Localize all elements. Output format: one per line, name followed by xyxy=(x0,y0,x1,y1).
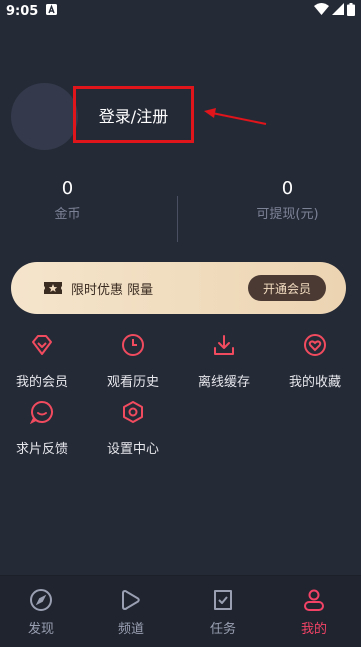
wifi-icon xyxy=(314,3,329,19)
nav-label: 频道 xyxy=(117,622,144,637)
tab-mine[interactable]: 我的 xyxy=(279,588,349,637)
settings-icon xyxy=(121,400,145,428)
coins-stat[interactable]: 0 金币 xyxy=(0,178,135,222)
tab-discover[interactable]: 发现 xyxy=(6,588,76,637)
menu-label: 离线缓存 xyxy=(197,375,250,390)
menu-item-history[interactable]: 观看历史 xyxy=(93,333,173,390)
clock-icon xyxy=(121,333,145,361)
play-icon xyxy=(119,588,143,616)
download-icon xyxy=(212,333,236,361)
a-letter-icon xyxy=(46,3,58,19)
open-vip-button[interactable]: 开通会员 xyxy=(248,275,326,301)
bottom-nav: 发现 频道 任务 我的 xyxy=(0,575,361,647)
menu-item-offline[interactable]: 离线缓存 xyxy=(184,333,264,390)
vip-diamond-icon xyxy=(30,333,54,361)
menu-label: 我的会员 xyxy=(15,375,68,390)
menu-item-favorites[interactable]: 我的收藏 xyxy=(275,333,355,390)
nav-label: 我的 xyxy=(300,622,327,637)
status-time: 9:05 xyxy=(6,3,39,19)
annotation-arrow xyxy=(204,108,267,125)
menu-label: 观看历史 xyxy=(106,375,159,390)
avatar[interactable] xyxy=(11,83,78,150)
nav-label: 发现 xyxy=(27,622,54,637)
user-icon xyxy=(302,588,326,616)
status-bar: 9:05 xyxy=(0,0,361,22)
signal-icon xyxy=(332,3,344,19)
status-right xyxy=(314,2,355,20)
vip-promo-banner[interactable]: 限时优惠 限量 开通会员 xyxy=(11,262,346,314)
menu-label: 我的收藏 xyxy=(288,375,341,390)
tab-channel[interactable]: 频道 xyxy=(96,588,166,637)
cash-label: 可提现(元) xyxy=(256,207,319,222)
compass-icon xyxy=(29,588,53,616)
menu-item-feedback[interactable]: 求片反馈 xyxy=(2,400,82,457)
menu-item-settings[interactable]: 设置中心 xyxy=(93,400,173,457)
login-register-button[interactable]: 登录/注册 xyxy=(73,86,194,143)
cash-stat[interactable]: 0 可提现(元) xyxy=(210,178,361,222)
heart-icon xyxy=(303,333,327,361)
tab-tasks[interactable]: 任务 xyxy=(188,588,258,637)
ticket-star-icon xyxy=(43,280,63,296)
coins-value: 0 xyxy=(61,178,74,199)
status-left: 9:05 xyxy=(6,3,58,19)
stats-divider xyxy=(177,196,178,242)
feedback-icon xyxy=(29,400,54,428)
task-icon xyxy=(211,588,235,616)
coins-label: 金币 xyxy=(54,207,81,222)
menu-item-vip[interactable]: 我的会员 xyxy=(2,333,82,390)
stats-row: 0 金币 0 可提现(元) xyxy=(0,172,361,242)
cash-value: 0 xyxy=(281,178,294,199)
menu-label: 设置中心 xyxy=(106,442,159,457)
battery-icon xyxy=(347,2,355,20)
menu-label: 求片反馈 xyxy=(15,442,68,457)
nav-label: 任务 xyxy=(209,622,236,637)
